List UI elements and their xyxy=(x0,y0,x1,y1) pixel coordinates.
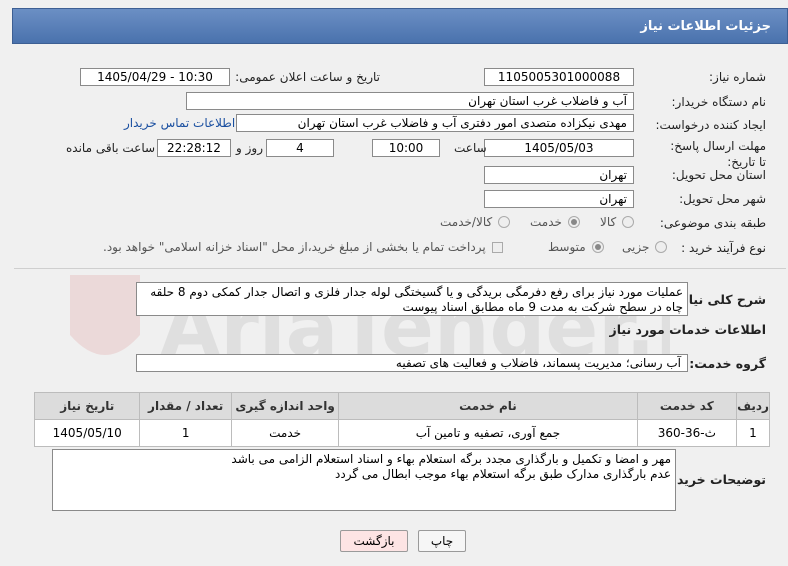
treasury-payment-checkbox[interactable]: پرداخت تمام یا بخشی از مبلغ خرید،از محل … xyxy=(103,240,503,254)
deadline-time-field: 10:00 xyxy=(372,139,440,157)
purchase-type-option-minor[interactable]: جزیی xyxy=(622,240,668,254)
remaining-time-label: ساعت باقی مانده xyxy=(66,141,156,155)
need-number-field: 1105005301000088 xyxy=(484,68,634,86)
radio-icon xyxy=(655,241,668,253)
page-header: جزئیات اطلاعات نیاز xyxy=(12,8,788,44)
radio-selected-icon xyxy=(567,216,580,228)
col-header-service-name: نام خدمت xyxy=(338,392,638,420)
delivery-province-field: تهران xyxy=(484,166,634,184)
table-row: 1 ث-36-360 جمع آوری، تصفیه و تامین آب خد… xyxy=(33,419,770,447)
services-section-title: اطلاعات خدمات مورد نیاز xyxy=(609,322,767,337)
cell-need-date: 1405/05/10 xyxy=(33,419,141,447)
radio-icon xyxy=(622,216,635,228)
delivery-city-label: شهر محل تحویل: xyxy=(679,192,766,206)
back-button[interactable]: بازگشت xyxy=(340,530,408,552)
cell-row-number: 1 xyxy=(736,419,770,447)
deadline-date-field: 1405/05/03 xyxy=(484,139,634,157)
treasury-payment-note: پرداخت تمام یا بخشی از مبلغ خرید،از محل … xyxy=(103,240,486,254)
col-header-quantity: تعداد / مقدار xyxy=(139,392,232,420)
deadline-label: مهلت ارسال پاسخ: تا تاریخ: xyxy=(670,139,766,169)
col-header-row-number: ردیف xyxy=(736,392,770,420)
description-label: شرح کلی نیاز: xyxy=(676,292,766,307)
radio-selected-icon xyxy=(591,241,604,253)
deadline-days-field: 4 xyxy=(266,139,334,157)
remaining-time-field: 22:28:12 xyxy=(157,139,231,157)
description-box: عملیات مورد نیاز برای رفع دفرمگی بریدگی … xyxy=(136,282,688,316)
category-label: طبقه بندی موضوعی: xyxy=(659,216,766,230)
deadline-days-label: روز و xyxy=(236,141,263,155)
section-divider xyxy=(14,268,786,269)
deadline-time-label: ساعت xyxy=(454,141,487,155)
watermark-shield-icon xyxy=(70,275,140,355)
buyer-notes-line: عدم بارگذاری مدارک طبق برگه استعلام بهاء… xyxy=(335,467,671,481)
need-number-label: شماره نیاز: xyxy=(709,70,766,84)
buyer-contact-link[interactable]: اطلاعات تماس خریدار xyxy=(124,116,235,130)
cell-service-code: ث-36-360 xyxy=(636,419,738,447)
announce-datetime-field: 1405/04/29 - 10:30 xyxy=(80,68,230,86)
purchase-type-label: نوع فرآیند خرید : xyxy=(681,241,766,255)
category-option-goods[interactable]: کالا xyxy=(600,215,635,229)
col-header-service-code: کد خدمت xyxy=(636,392,738,420)
purchase-type-option-medium[interactable]: متوسط xyxy=(548,240,604,254)
category-option-service[interactable]: خدمت xyxy=(530,215,580,229)
page-title: جزئیات اطلاعات نیاز xyxy=(640,18,771,34)
buyer-notes-line: مهر و امضا و تکمیل و بارگذاری مجدد برگه … xyxy=(231,452,671,466)
col-header-unit: واحد اندازه گیری xyxy=(230,392,340,420)
requester-label: ایجاد کننده درخواست: xyxy=(655,118,766,132)
cell-unit: خدمت xyxy=(230,419,340,447)
buyer-notes-label: توضیحات خریدار: xyxy=(660,472,766,487)
requester-field: مهدی نیکزاده متصدی امور دفتری آب و فاضلا… xyxy=(236,114,634,132)
cell-quantity: 1 xyxy=(139,419,232,447)
delivery-city-field: تهران xyxy=(484,190,634,208)
checkbox-icon xyxy=(491,241,503,253)
cell-service-name: جمع آوری، تصفیه و تامین آب xyxy=(338,419,638,447)
buyer-notes-box: مهر و امضا و تکمیل و بارگذاری مجدد برگه … xyxy=(52,449,676,511)
services-table: ردیف کد خدمت نام خدمت واحد اندازه گیری ت… xyxy=(33,392,770,447)
announce-datetime-label: تاریخ و ساعت اعلان عمومی: xyxy=(235,70,380,84)
category-option-goods-service[interactable]: کالا/خدمت xyxy=(440,215,511,229)
buyer-org-field: آب و فاضلاب غرب استان تهران xyxy=(186,92,634,110)
buyer-org-label: نام دستگاه خریدار: xyxy=(671,95,767,109)
service-group-field: آب رسانی؛ مدیریت پسماند، فاضلاب و فعالیت… xyxy=(136,354,688,372)
radio-icon xyxy=(498,216,511,228)
table-header-row: ردیف کد خدمت نام خدمت واحد اندازه گیری ت… xyxy=(33,392,770,420)
watermark-logo: AriaTender.neT xyxy=(70,275,670,374)
service-group-label: گروه خدمت: xyxy=(689,356,766,371)
delivery-province-label: استان محل تحویل: xyxy=(671,168,766,182)
print-button[interactable]: چاپ xyxy=(418,530,466,552)
col-header-need-date: تاریخ نیاز xyxy=(33,392,141,420)
